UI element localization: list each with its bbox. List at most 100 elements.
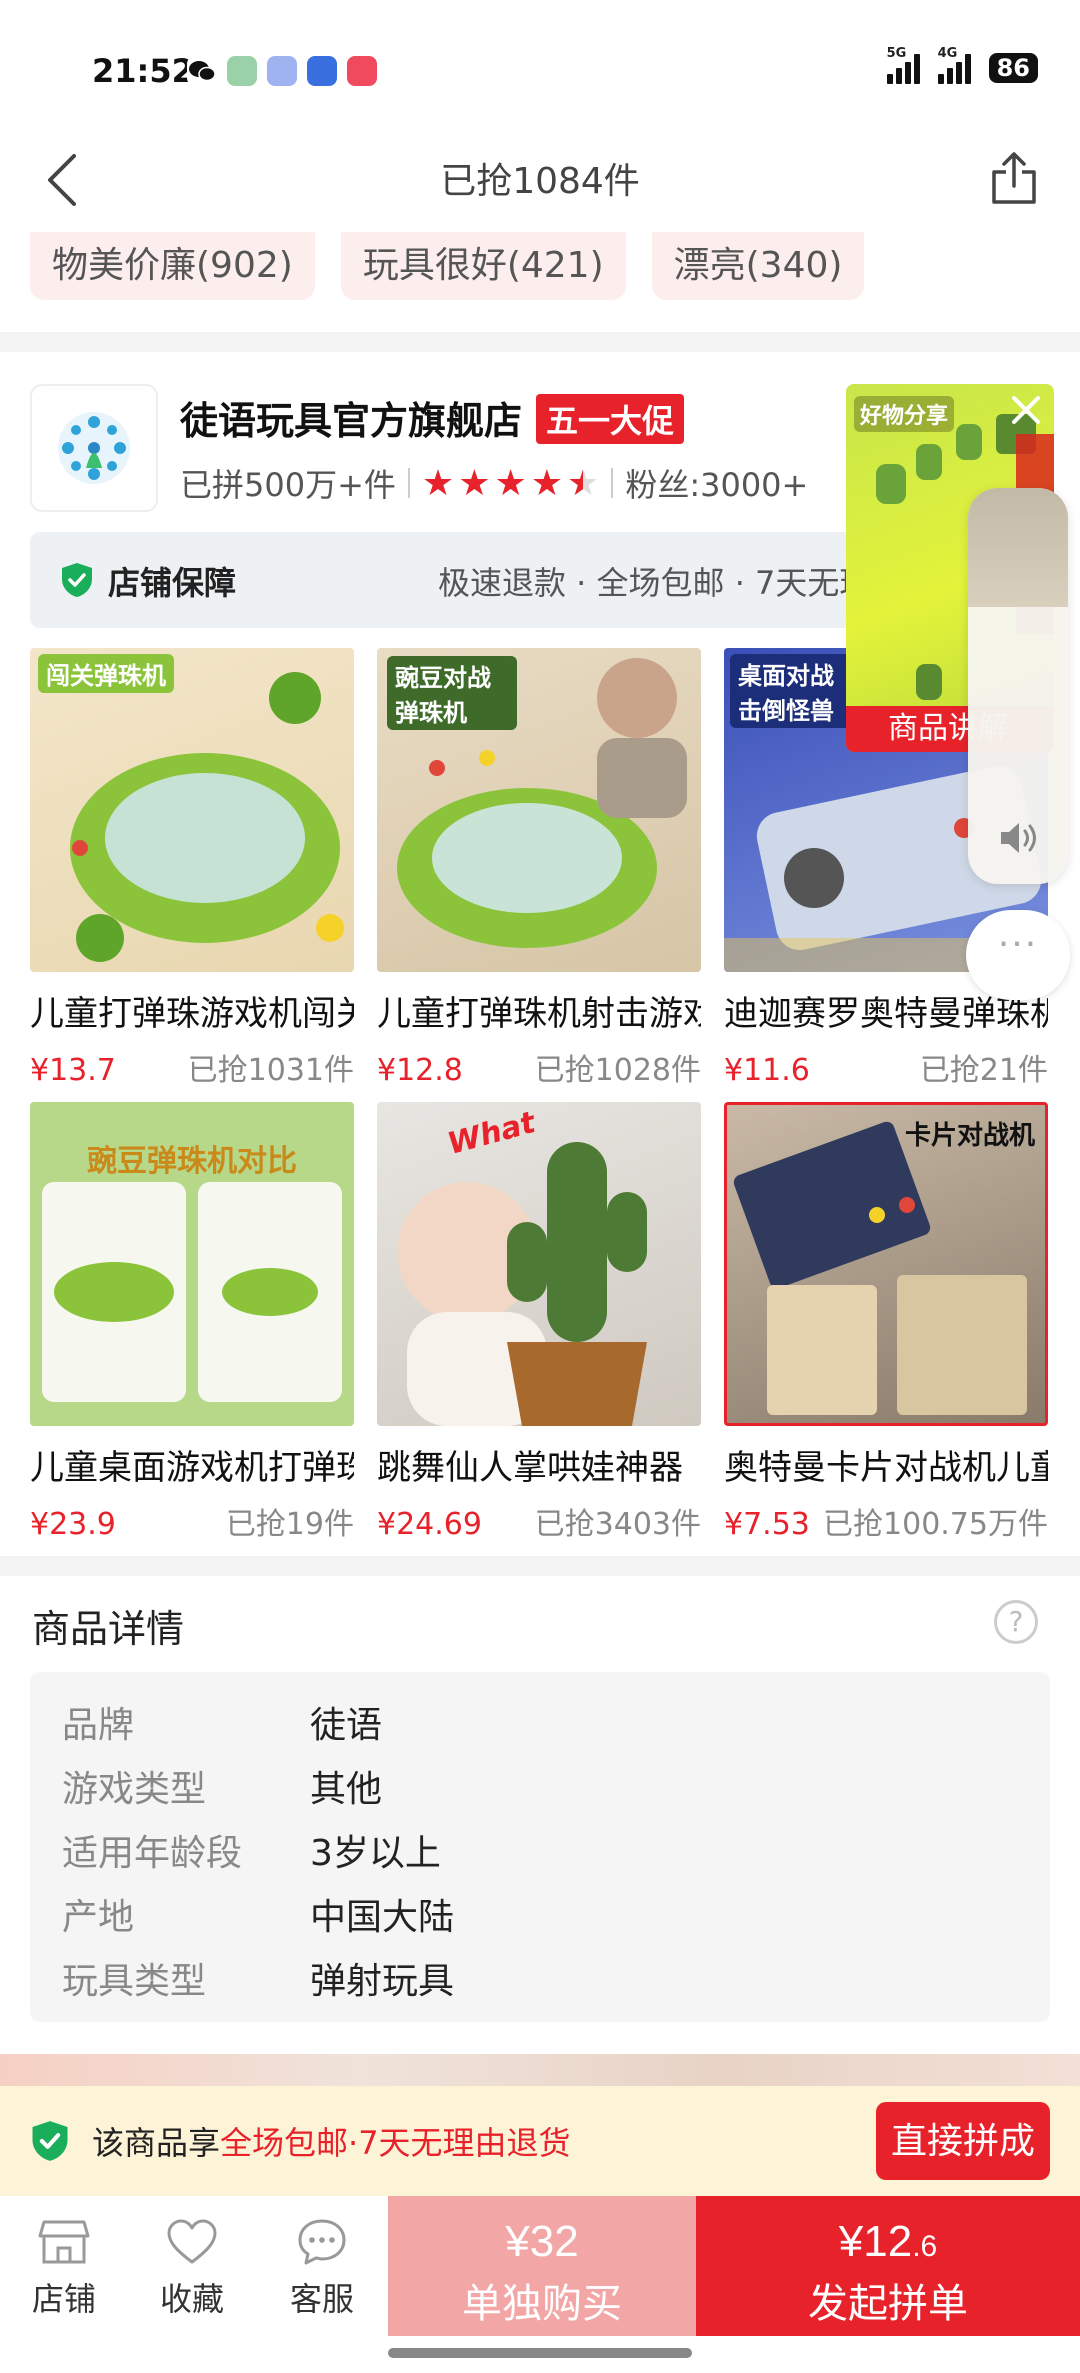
shop-name[interactable]: 徒语玩具官方旗舰店 — [180, 390, 522, 445]
floating-video-title: 好物分享 — [854, 396, 955, 432]
product-name: 跳舞仙人掌哄娃神器 — [377, 1448, 683, 1488]
divider — [407, 468, 410, 498]
store-icon — [38, 2220, 90, 2264]
detail-row: 玩具类型 弹射玩具 — [62, 1961, 455, 2002]
product-image-caption: 桌面对战击倒怪兽 — [730, 654, 860, 728]
help-icon[interactable]: ? — [994, 1600, 1038, 1644]
nav-bar: 已抢1084件 — [0, 130, 1080, 230]
product-name: 奥特曼卡片对战机儿童 — [724, 1448, 1048, 1488]
start-group-buy-button[interactable]: ¥12.6 发起拼单 — [696, 2196, 1080, 2336]
page-title: 已抢1084件 — [440, 161, 640, 202]
product-price: ¥24.69 — [377, 1507, 482, 1542]
signal-5g-icon: 5G — [886, 46, 920, 84]
shield-check-icon — [32, 2121, 68, 2161]
music-app-icon — [347, 56, 377, 86]
shop-fans: 粉丝:3000+ — [625, 466, 809, 504]
app-notification-icon — [307, 56, 337, 86]
product-card[interactable]: What 跳舞仙人掌哄娃神器 ¥24.69 已抢3403件 — [377, 1102, 701, 1543]
product-card[interactable]: 闯关弹珠机 儿童打弹珠游戏机闯关 ¥13.7 已抢1031件 — [30, 648, 354, 1089]
status-time: 21:52 — [92, 52, 194, 90]
review-tag[interactable]: 物美价廉(902) — [30, 232, 315, 300]
single-label: 单独购买 — [462, 2282, 622, 2326]
notification-icons — [187, 56, 377, 86]
heart-icon — [167, 2219, 217, 2264]
direct-group-button[interactable]: 直接拼成 — [876, 2102, 1050, 2180]
chat-icon — [298, 2219, 346, 2265]
product-image: 卡片对战机 — [724, 1102, 1048, 1426]
product-image: What — [377, 1102, 701, 1426]
share-button[interactable] — [984, 148, 1044, 208]
review-tag[interactable]: 玩具很好(421) — [340, 232, 626, 300]
product-card[interactable]: 卡片对战机 奥特曼卡片对战机儿童 ¥7.53 已抢100.75万件 — [724, 1102, 1048, 1543]
app-notification-icon — [267, 56, 297, 86]
product-sold: 已抢3403件 — [534, 1507, 701, 1542]
status-bar: 21:52 5G 4G 86 — [0, 0, 1080, 130]
service-tab[interactable]: 客服 — [272, 2218, 372, 2320]
product-price: ¥23.9 — [30, 1507, 116, 1542]
product-price: ¥7.53 — [724, 1507, 810, 1542]
shop-tab[interactable]: 店铺 — [14, 2218, 114, 2320]
review-tags: 物美价廉(902) 玩具很好(421) 漂亮(340) — [30, 232, 865, 300]
section-divider — [0, 1556, 1080, 1576]
product-price: ¥11.6 — [724, 1053, 810, 1088]
promo-bar: 该商品享全场包邮·7天无理由退货 直接拼成 — [0, 2086, 1080, 2196]
product-image: 闯关弹珠机 — [30, 648, 354, 972]
action-bar: 店铺 收藏 客服 ¥32 单独购买 ¥12.6 发起拼单 — [0, 2196, 1080, 2373]
product-card[interactable]: 豌豆对战弹珠机 儿童打弹珠机射击游戏 ¥12.8 已抢1028件 — [377, 648, 701, 1089]
shop-rating-stars: ★ ★ ★ ★ ★ — [422, 463, 599, 504]
signal-4g-icon: 4G — [937, 46, 971, 84]
guarantee-title: 店铺保障 — [108, 564, 237, 602]
product-image: 豌豆对战弹珠机 — [377, 648, 701, 972]
detail-row: 游戏类型 其他 — [62, 1769, 383, 1810]
details-title: 商品详情 — [32, 1607, 185, 1651]
buy-alone-button[interactable]: ¥32 单独购买 — [388, 2196, 696, 2336]
favorite-tab[interactable]: 收藏 — [142, 2218, 242, 2320]
promo-text: 该商品享全场包邮·7天无理由退货 — [92, 2124, 571, 2162]
half-star-icon: ★ — [567, 462, 600, 504]
product-sold: 已抢19件 — [225, 1507, 354, 1542]
more-options-button[interactable]: ··· — [966, 910, 1070, 1000]
product-sold: 已抢21件 — [919, 1053, 1048, 1088]
review-tag[interactable]: 漂亮(340) — [651, 232, 865, 300]
wechat-icon — [187, 56, 217, 86]
product-card[interactable]: 豌豆弹珠机对比 儿童桌面游戏机打弹珠 ¥23.9 已抢19件 — [30, 1102, 354, 1543]
close-icon[interactable] — [1008, 392, 1044, 428]
battery-indicator: 86 — [988, 53, 1038, 83]
divider — [611, 468, 614, 498]
product-image-caption: 卡片对战机 — [904, 1121, 1035, 1151]
volume-slider[interactable] — [968, 488, 1068, 884]
star-icon: ★ — [458, 462, 491, 504]
product-name: 儿童桌面游戏机打弹珠 — [30, 1448, 354, 1488]
volume-level — [968, 488, 1068, 607]
single-price: ¥32 — [505, 2217, 579, 2266]
shop-stats: 已拼500万+件 ★ ★ ★ ★ ★ 粉丝:3000+ — [180, 460, 808, 506]
speaker-icon — [1001, 823, 1036, 853]
group-label: 发起拼单 — [808, 2282, 968, 2326]
product-name: 儿童打弹珠游戏机闯关 — [30, 994, 354, 1034]
app-notification-icon — [227, 56, 257, 86]
product-name: 儿童打弹珠机射击游戏 — [377, 994, 701, 1034]
product-image-caption: 闯关弹珠机 — [38, 654, 174, 693]
star-icon: ★ — [530, 462, 564, 504]
detail-row: 适用年龄段 3岁以上 — [62, 1833, 441, 1874]
home-indicator[interactable] — [388, 2348, 692, 2358]
product-image: 豌豆弹珠机对比 — [30, 1102, 354, 1426]
group-price: ¥12.6 — [838, 2217, 938, 2266]
product-price: ¥13.7 — [30, 1053, 116, 1088]
promo-badge: 五一大促 — [536, 394, 685, 444]
star-icon: ★ — [494, 462, 527, 504]
product-price: ¥12.8 — [377, 1053, 463, 1088]
product-sold: 已抢1028件 — [534, 1053, 701, 1088]
product-image-caption: 豌豆弹珠机对比 — [87, 1144, 297, 1179]
shield-check-icon — [62, 563, 92, 597]
star-icon: ★ — [421, 462, 455, 504]
section-divider — [0, 332, 1080, 352]
shop-sold: 已拼500万+件 — [180, 466, 396, 504]
detail-row: 产地 中国大陆 — [62, 1897, 455, 1938]
product-sold: 已抢100.75万件 — [823, 1507, 1048, 1542]
shop-logo[interactable] — [30, 384, 158, 512]
detail-row: 品牌 徒语 — [62, 1705, 383, 1746]
share-icon — [992, 152, 1036, 204]
product-image-caption: 豌豆对战弹珠机 — [387, 656, 517, 730]
product-sold: 已抢1031件 — [187, 1053, 354, 1088]
